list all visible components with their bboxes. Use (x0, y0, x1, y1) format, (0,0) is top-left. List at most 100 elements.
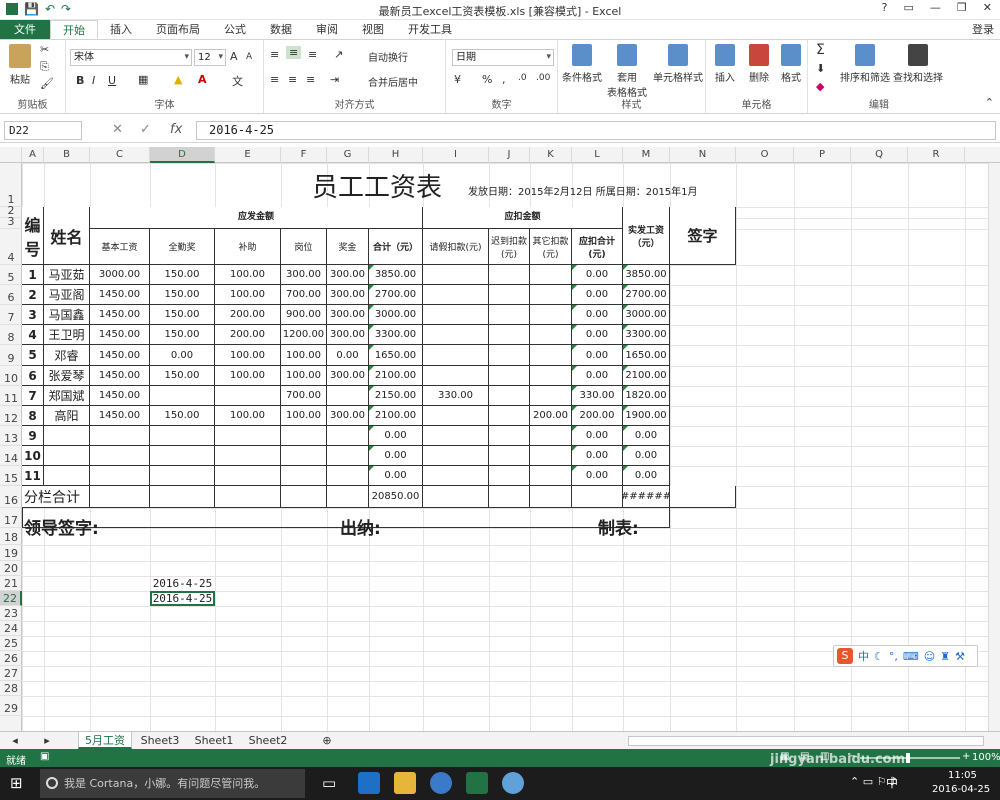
cell-r5-c6[interactable]: 100.00 (281, 345, 327, 366)
phonetic-icon[interactable]: 文 (232, 73, 243, 89)
cell-r2-c11[interactable] (530, 285, 572, 305)
cell-r2-c10[interactable] (489, 285, 530, 305)
percent-button[interactable]: % (482, 73, 492, 86)
cell-r8-c1[interactable]: 8 (22, 406, 44, 426)
cell-r6-c12[interactable]: 0.00 (572, 366, 623, 386)
cell-r5-c13[interactable]: 1650.00 (623, 345, 670, 366)
cell-r11-c11[interactable] (530, 466, 572, 486)
close-icon[interactable]: ✕ (983, 1, 992, 14)
column-header-D[interactable]: D (150, 147, 215, 163)
cell-r9-c10[interactable] (489, 426, 530, 446)
keyboard-icon[interactable]: ⌨ (903, 650, 919, 663)
column-header-N[interactable]: N (670, 147, 736, 163)
align-left-icon[interactable]: ≡ (270, 73, 279, 86)
cell-r1-c7[interactable]: 300.00 (327, 265, 369, 285)
indent-icon[interactable]: ⇥ (330, 73, 339, 86)
cell-r11-c13[interactable]: 0.00 (623, 466, 670, 486)
cell-r11-c10[interactable] (489, 466, 530, 486)
column-header-E[interactable]: E (215, 147, 281, 163)
cell-r8-c2[interactable]: 高阳 (44, 406, 90, 426)
border-icon[interactable]: ▦ (138, 73, 148, 86)
cell-r8-c9[interactable] (423, 406, 489, 426)
shrink-font-button[interactable]: A (246, 52, 252, 62)
insert-cells-button[interactable]: 插入 (710, 44, 740, 84)
cell-r7-c7[interactable] (327, 386, 369, 406)
cell-r2-c13[interactable]: 2700.00 (623, 285, 670, 305)
decrease-decimal-icon[interactable]: .00 (536, 73, 550, 83)
cell-r10-c1[interactable]: 10 (22, 446, 44, 466)
row-header-20[interactable]: 20 (0, 561, 22, 576)
zoom-slider-thumb[interactable] (906, 753, 910, 763)
cell-r3-c6[interactable]: 900.00 (281, 305, 327, 325)
user-icon[interactable]: ☺ (924, 650, 935, 663)
column-header-A[interactable]: A (22, 147, 44, 163)
currency-icon[interactable]: ¥ (454, 73, 461, 86)
app-icon[interactable] (502, 772, 524, 794)
cell-r2-c8[interactable]: 2700.00 (369, 285, 423, 305)
sheet-tab-sheet1[interactable]: Sheet1 (188, 732, 240, 749)
name-box[interactable]: D22 (4, 121, 82, 140)
cell-r1-c9[interactable] (423, 265, 489, 285)
wrap-text-button[interactable]: 自动换行 (368, 49, 408, 64)
column-header-B[interactable]: B (44, 147, 90, 163)
cell-r9-c1[interactable]: 9 (22, 426, 44, 446)
cell-r2-c6[interactable]: 700.00 (281, 285, 327, 305)
punct-icon[interactable]: °, (889, 650, 898, 663)
cell-r7-c10[interactable] (489, 386, 530, 406)
row-header-7[interactable]: 7 (0, 305, 22, 325)
cell-r9-c6[interactable] (281, 426, 327, 446)
cell-r1-c8[interactable]: 3850.00 (369, 265, 423, 285)
fill-icon[interactable]: ⬇ (816, 62, 825, 75)
cell-r11-c5[interactable] (215, 466, 281, 486)
moon-icon[interactable]: ☾ (874, 650, 884, 663)
column-header-I[interactable]: I (423, 147, 489, 163)
ribbon-options-icon[interactable]: ▭ (904, 1, 914, 14)
align-right-icon[interactable]: ≡ (306, 73, 315, 86)
row-header-5[interactable]: 5 (0, 265, 22, 285)
cell-r4-c6[interactable]: 1200.00 (281, 325, 327, 345)
cell-r5-c4[interactable]: 0.00 (150, 345, 215, 366)
cell-r9-c13[interactable]: 0.00 (623, 426, 670, 446)
cell-r5-c8[interactable]: 1650.00 (369, 345, 423, 366)
formula-input[interactable]: 2016-4-25 (196, 121, 996, 140)
column-header-P[interactable]: P (794, 147, 851, 163)
grow-font-button[interactable]: A (230, 50, 238, 63)
cell-r9-c11[interactable] (530, 426, 572, 446)
tab-insert[interactable]: 插入 (98, 20, 144, 39)
row-header-22[interactable]: 22 (0, 591, 22, 606)
cell-r11-c3[interactable] (90, 466, 150, 486)
column-header-K[interactable]: K (530, 147, 572, 163)
cell-r2-c9[interactable] (423, 285, 489, 305)
cell-r1-c5[interactable]: 100.00 (215, 265, 281, 285)
format-as-table-button[interactable]: 套用 表格格式 (604, 44, 650, 99)
sheet-tab-sheet3[interactable]: Sheet3 (134, 732, 186, 749)
cell-r9-c2[interactable] (44, 426, 90, 446)
clear-icon[interactable]: ◆ (816, 80, 824, 93)
cell-r4-c7[interactable]: 300.00 (327, 325, 369, 345)
cell-r10-c10[interactable] (489, 446, 530, 466)
cell-r3-c2[interactable]: 马国鑫 (44, 305, 90, 325)
cortana-search-box[interactable]: 我是 Cortana，小娜。有问题尽管问我。 (40, 769, 305, 798)
row-header-21[interactable]: 21 (0, 576, 22, 591)
cell-r7-c8[interactable]: 2150.00 (369, 386, 423, 406)
tab-file[interactable]: 文件 (0, 20, 50, 39)
cell-r3-c10[interactable] (489, 305, 530, 325)
orientation-icon[interactable]: ↗ (334, 48, 343, 61)
delete-cells-button[interactable]: 删除 (744, 44, 774, 84)
cell-r10-c12[interactable]: 0.00 (572, 446, 623, 466)
cell-r2-c12[interactable]: 0.00 (572, 285, 623, 305)
enter-icon[interactable]: ✓ (140, 122, 151, 137)
cell-r4-c12[interactable]: 0.00 (572, 325, 623, 345)
cell-r6-c1[interactable]: 6 (22, 366, 44, 386)
cell-r10-c6[interactable] (281, 446, 327, 466)
cell-r7-c1[interactable]: 7 (22, 386, 44, 406)
cell-r1-c4[interactable]: 150.00 (150, 265, 215, 285)
row-header-28[interactable]: 28 (0, 681, 22, 696)
cell-r9-c12[interactable]: 0.00 (572, 426, 623, 446)
cell-r10-c4[interactable] (150, 446, 215, 466)
cell-r1-c6[interactable]: 300.00 (281, 265, 327, 285)
cell-r10-c3[interactable] (90, 446, 150, 466)
sort-filter-button[interactable]: 排序和筛选 (840, 44, 890, 84)
cell-r11-c4[interactable] (150, 466, 215, 486)
cell-r3-c7[interactable]: 300.00 (327, 305, 369, 325)
